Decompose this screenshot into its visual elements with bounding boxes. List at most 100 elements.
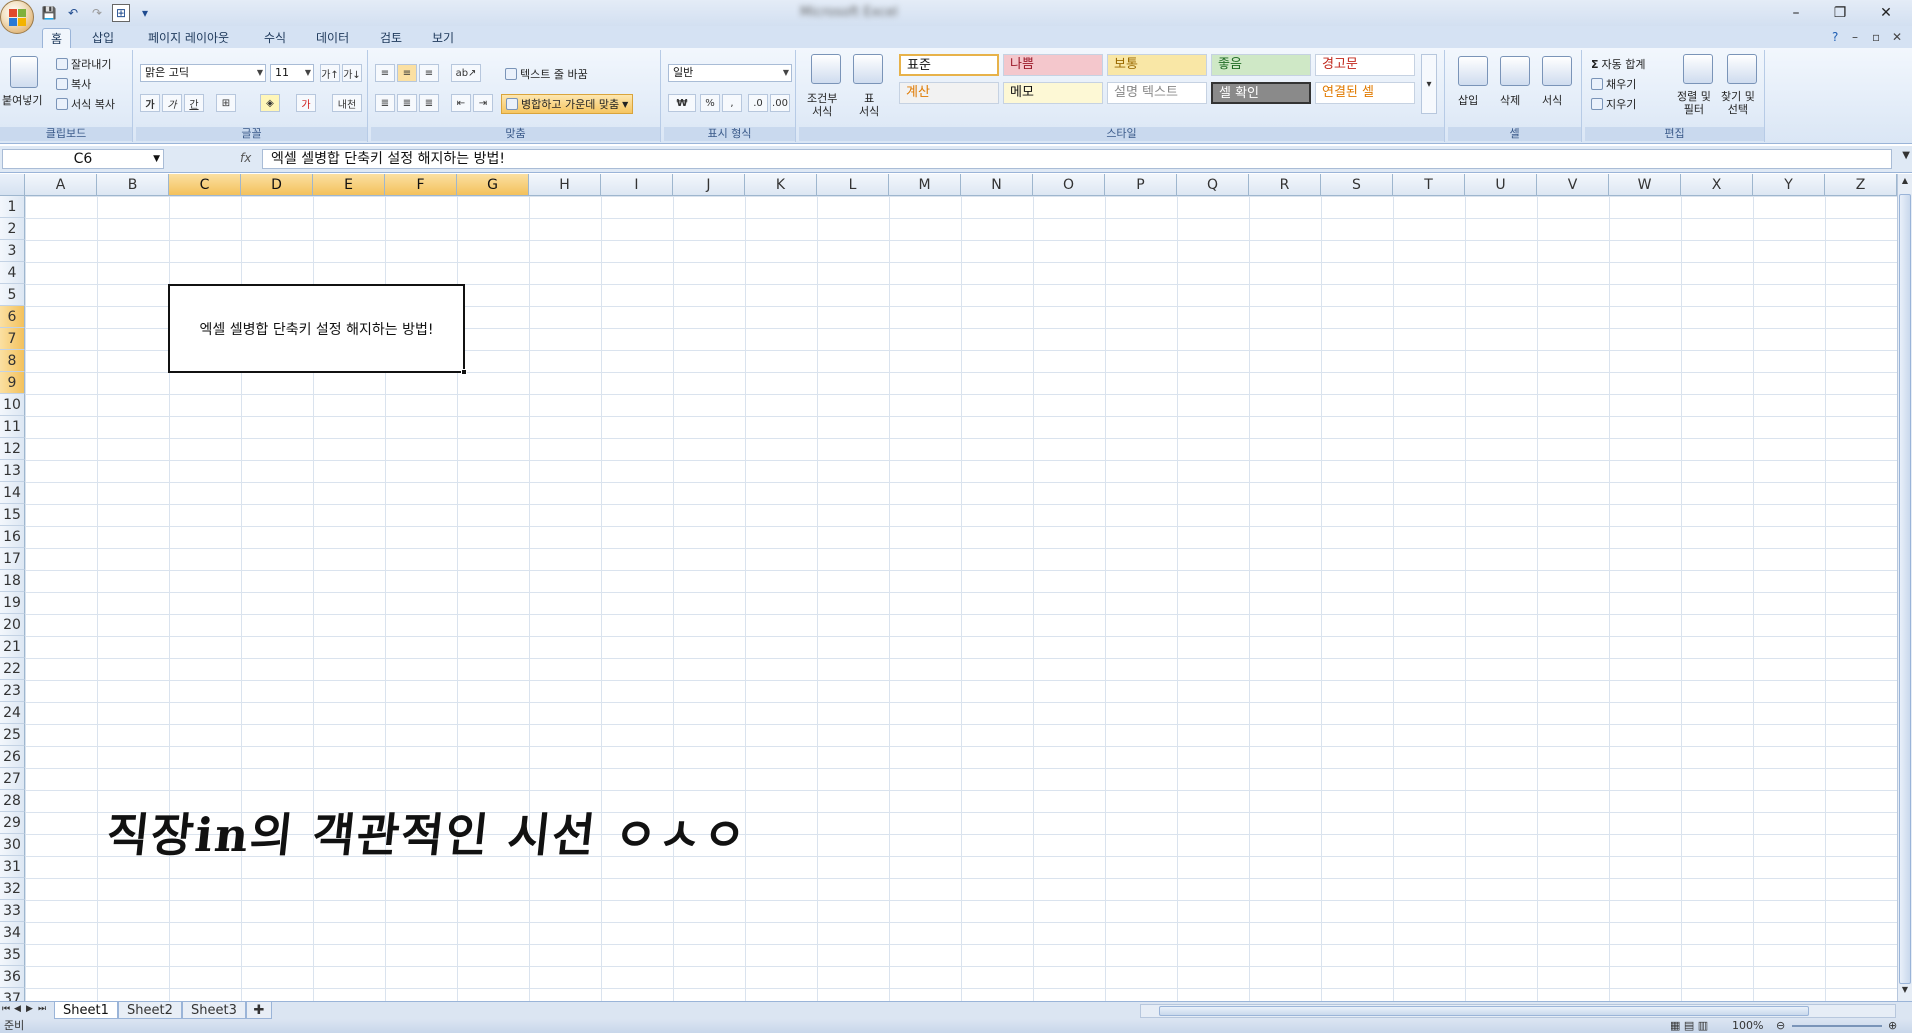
cell-area[interactable]: 엑셀 셀병합 단축키 설정 해지하는 방법! 직장in의 객관적인 시선 ㅇㅅㅇ [25, 196, 1897, 1001]
column-header-j[interactable]: J [673, 174, 745, 196]
align-middle-icon[interactable]: ≡ [397, 64, 417, 82]
cell-style-6[interactable]: 메모 [1003, 82, 1103, 104]
row-header-14[interactable]: 14 [0, 482, 25, 504]
column-header-h[interactable]: H [529, 174, 601, 196]
fill-handle[interactable] [461, 369, 467, 375]
column-header-a[interactable]: A [25, 174, 97, 196]
row-header-23[interactable]: 23 [0, 680, 25, 702]
undo-icon[interactable]: ↶ [64, 4, 82, 22]
row-header-33[interactable]: 33 [0, 900, 25, 922]
tab-data[interactable]: 데이터 [308, 28, 357, 48]
merge-and-center-button[interactable]: 병합하고 가운데 맞춤 ▼ [501, 94, 634, 114]
column-header-u[interactable]: U [1465, 174, 1537, 196]
row-header-11[interactable]: 11 [0, 416, 25, 438]
zoom-level[interactable]: 100% [1732, 1019, 1763, 1033]
fill-button[interactable]: 채우기 [1591, 76, 1636, 92]
italic-button[interactable]: 가 [162, 94, 182, 112]
row-header-24[interactable]: 24 [0, 702, 25, 724]
font-size-combo[interactable]: 11 ▼ [270, 64, 314, 82]
row-header-21[interactable]: 21 [0, 636, 25, 658]
comma-button[interactable]: , [722, 94, 742, 112]
workbook-restore-button[interactable]: ▫ [1872, 30, 1880, 44]
row-header-25[interactable]: 25 [0, 724, 25, 746]
formula-input[interactable]: 엑셀 셀병합 단축키 설정 해지하는 방법! [262, 149, 1892, 169]
copy-button[interactable]: 복사 [56, 76, 91, 92]
column-header-s[interactable]: S [1321, 174, 1393, 196]
prev-sheet-icon[interactable]: ◀ [14, 1004, 21, 1014]
save-icon[interactable]: 💾 [40, 4, 58, 22]
tab-formulas[interactable]: 수식 [256, 28, 294, 48]
paste-icon[interactable] [10, 56, 38, 88]
orientation-icon[interactable]: ab↗ [451, 64, 481, 82]
delete-cells-button[interactable]: 삭제 [1500, 92, 1520, 108]
bold-button[interactable]: 가 [140, 94, 160, 112]
restore-button[interactable]: ❐ [1820, 2, 1860, 24]
decrease-indent-icon[interactable]: ⇤ [451, 94, 471, 112]
number-format-combo[interactable]: 일반 ▼ [668, 64, 792, 82]
insert-cells-button[interactable]: 삽입 [1458, 92, 1478, 108]
select-all-button[interactable] [0, 174, 25, 196]
vertical-scroll-thumb[interactable] [1899, 194, 1911, 984]
cell-style-0[interactable]: 표준 [899, 54, 999, 76]
cell-style-9[interactable]: 연결된 셀 [1315, 82, 1415, 104]
row-header-36[interactable]: 36 [0, 966, 25, 988]
increase-indent-icon[interactable]: ⇥ [473, 94, 493, 112]
cell-style-2[interactable]: 보통 [1107, 54, 1207, 76]
format-cells-icon[interactable] [1542, 56, 1572, 86]
cell-style-8[interactable]: 셀 확인 [1211, 82, 1311, 104]
phonetic-button[interactable]: 내천 [332, 94, 362, 112]
customize-qat-button[interactable]: ▾ [136, 4, 154, 22]
sheet-tab-2[interactable]: Sheet2 [118, 1002, 182, 1019]
row-header-5[interactable]: 5 [0, 284, 25, 306]
tab-view[interactable]: 보기 [424, 28, 462, 48]
align-right-icon[interactable]: ≣ [419, 94, 439, 112]
column-header-d[interactable]: D [241, 174, 313, 196]
merge-cells-qat-icon[interactable]: ⊞ [112, 4, 130, 22]
tab-insert[interactable]: 삽입 [84, 28, 122, 48]
paste-button[interactable]: 붙여넣기 [2, 92, 42, 108]
gallery-scroll-icon[interactable]: ▾ [1421, 54, 1437, 114]
sheet-tab-3[interactable]: Sheet3 [182, 1002, 246, 1019]
row-header-32[interactable]: 32 [0, 878, 25, 900]
close-button[interactable]: ✕ [1866, 2, 1906, 24]
column-header-b[interactable]: B [97, 174, 169, 196]
row-header-10[interactable]: 10 [0, 394, 25, 416]
conditional-formatting-icon[interactable] [811, 54, 841, 84]
tab-page-layout[interactable]: 페이지 레이아웃 [140, 28, 237, 48]
align-top-icon[interactable]: ≡ [375, 64, 395, 82]
row-header-1[interactable]: 1 [0, 196, 25, 218]
row-header-13[interactable]: 13 [0, 460, 25, 482]
wrap-text-button[interactable]: 텍스트 줄 바꿈 [505, 66, 588, 82]
row-header-17[interactable]: 17 [0, 548, 25, 570]
format-cells-button[interactable]: 서식 [1542, 92, 1562, 108]
zoom-slider[interactable] [1792, 1025, 1882, 1027]
row-header-2[interactable]: 2 [0, 218, 25, 240]
clear-button[interactable]: 지우기 [1591, 96, 1636, 112]
cell-style-3[interactable]: 좋음 [1211, 54, 1311, 76]
horizontal-scroll-thumb[interactable] [1159, 1006, 1809, 1016]
underline-button[interactable]: 간 [184, 94, 204, 112]
row-header-16[interactable]: 16 [0, 526, 25, 548]
currency-button[interactable]: ₩ [668, 94, 696, 112]
percent-button[interactable]: % [700, 94, 720, 112]
align-bottom-icon[interactable]: ≡ [419, 64, 439, 82]
column-header-n[interactable]: N [961, 174, 1033, 196]
column-header-f[interactable]: F [385, 174, 457, 196]
column-header-z[interactable]: Z [1825, 174, 1897, 196]
align-left-icon[interactable]: ≣ [375, 94, 395, 112]
tab-review[interactable]: 검토 [372, 28, 410, 48]
conditional-formatting-button[interactable]: 조건부 서식 [807, 92, 837, 118]
row-header-31[interactable]: 31 [0, 856, 25, 878]
column-header-w[interactable]: W [1609, 174, 1681, 196]
insert-cells-icon[interactable] [1458, 56, 1488, 86]
help-icon[interactable]: ? [1832, 30, 1838, 44]
column-header-c[interactable]: C [169, 174, 241, 196]
zoom-in-icon[interactable]: ⊕ [1888, 1019, 1897, 1033]
column-header-x[interactable]: X [1681, 174, 1753, 196]
row-header-12[interactable]: 12 [0, 438, 25, 460]
row-header-27[interactable]: 27 [0, 768, 25, 790]
expand-formula-bar-icon[interactable]: ▼ [1902, 150, 1910, 161]
column-header-l[interactable]: L [817, 174, 889, 196]
row-header-37[interactable]: 37 [0, 988, 25, 1001]
row-header-15[interactable]: 15 [0, 504, 25, 526]
